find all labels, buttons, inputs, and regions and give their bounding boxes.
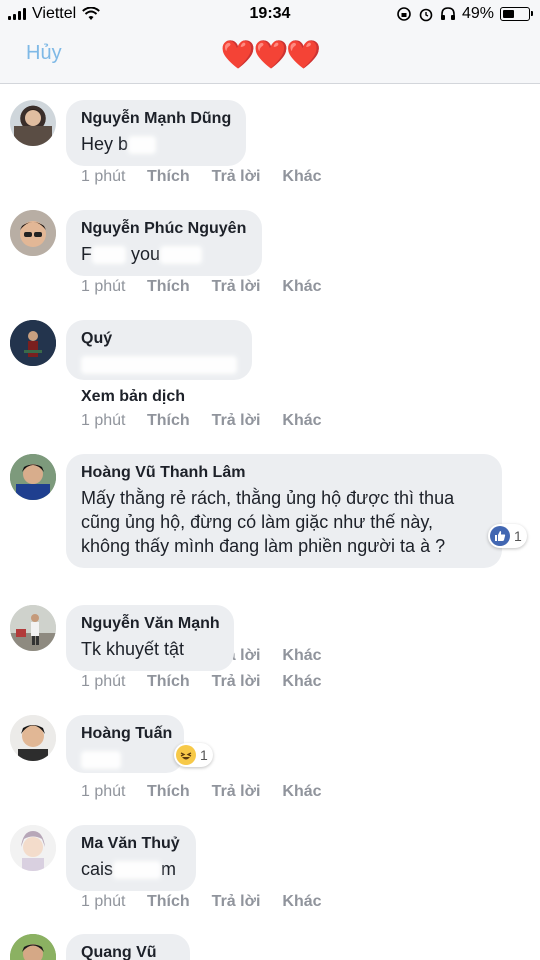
comment-time: 1 phút	[81, 168, 126, 185]
comment-actions: 1 phút Thích Trả lời Khác	[81, 278, 344, 296]
more-button[interactable]: Khác	[282, 783, 321, 801]
redaction	[113, 861, 162, 880]
comment-author[interactable]: Nguyễn Văn Mạnh	[81, 614, 220, 634]
reaction-count: 1	[200, 747, 208, 763]
like-reaction-icon	[490, 526, 510, 546]
reply-button[interactable]: Trả lời	[212, 278, 261, 296]
haha-reaction-icon	[176, 745, 196, 765]
comment-bubble[interactable]: Quang Vũ	[66, 934, 190, 960]
reply-button[interactable]: Trả lời	[212, 168, 261, 186]
more-button[interactable]: Khác	[282, 647, 321, 665]
more-button[interactable]: Khác	[282, 673, 321, 691]
comment-time: 1 phút	[81, 278, 126, 295]
comment-actions: 1 phút Thích Trả lời Khác	[81, 412, 344, 430]
redaction	[160, 246, 203, 265]
comment-time: 1 phút	[81, 783, 126, 800]
like-button[interactable]: Thích	[147, 278, 190, 296]
nav-title: ❤️❤️❤️	[220, 39, 322, 70]
redaction	[128, 136, 157, 155]
more-button[interactable]: Khác	[282, 168, 321, 186]
redaction	[81, 751, 121, 770]
avatar[interactable]	[10, 454, 56, 500]
comment-author[interactable]: Nguyễn Mạnh Dũng	[81, 109, 231, 129]
comment-text	[81, 747, 169, 771]
comment-text: cais m	[81, 857, 181, 881]
avatar[interactable]	[10, 715, 56, 761]
comment-bubble[interactable]: Nguyễn Văn Mạnh Tk khuyết tật	[66, 605, 234, 671]
reply-button[interactable]: Trả lời	[212, 893, 261, 911]
comment-actions: 1 phút Thích Trả lời Khác	[81, 783, 344, 801]
comment-author[interactable]: Nguyễn Phúc Nguyên	[81, 219, 247, 239]
reaction-count: 1	[514, 528, 522, 544]
comment-bubble[interactable]: Nguyễn Phúc Nguyên F you	[66, 210, 262, 276]
reply-button[interactable]: Trả lời	[212, 673, 261, 691]
reaction-badge[interactable]: 1	[174, 743, 213, 767]
rotation-lock-icon	[397, 7, 411, 21]
comment-bubble[interactable]: Hoàng Vũ Thanh Lâm Mấy thằng rẻ rách, th…	[66, 454, 502, 568]
comment-text-part: cais	[81, 859, 114, 879]
avatar[interactable]	[10, 825, 56, 871]
comment-actions: 1 phút Thích Trả lời Khác	[81, 168, 344, 186]
comment-text: cũng ủng hộ, đừng có làm giặc như thế nà…	[81, 512, 433, 532]
comment-time: 1 phút	[81, 412, 126, 429]
status-bar: Viettel 19:34 49%	[0, 0, 540, 28]
nav-bar: Hủy ❤️❤️❤️	[0, 28, 540, 84]
comment-time: 1 phút	[81, 893, 126, 910]
like-button[interactable]: Thích	[147, 673, 190, 691]
redaction	[92, 246, 126, 265]
reaction-badge[interactable]: 1	[488, 524, 527, 548]
comment-text	[81, 352, 237, 376]
reply-button[interactable]: Trả lời	[212, 412, 261, 430]
comment-author[interactable]: Hoàng Tuấn	[81, 724, 172, 744]
comment-author[interactable]: Hoàng Vũ Thanh Lâm	[81, 463, 487, 483]
comment-text: F you	[81, 242, 247, 266]
comment-time: 1 phút	[81, 673, 126, 690]
reply-button[interactable]: Trả lời	[212, 783, 261, 801]
comment-author[interactable]: Ma Văn Thuỷ	[81, 834, 181, 854]
avatar[interactable]	[10, 934, 56, 960]
comment-actions: 1 phút Thích Trả lời Khác	[81, 673, 344, 691]
like-button[interactable]: Thích	[147, 893, 190, 911]
comment-actions: 1 phút Thích Trả lời Khác	[81, 893, 344, 911]
comment-text: Hey b	[81, 132, 231, 156]
avatar[interactable]	[10, 210, 56, 256]
alarm-icon	[419, 8, 433, 22]
avatar[interactable]	[10, 100, 56, 146]
comment-author[interactable]: Quang Vũ	[81, 943, 175, 960]
comment-text: Mấy thằng rẻ rách, thằng ủng hộ được thì…	[81, 488, 455, 508]
more-button[interactable]: Khác	[282, 893, 321, 911]
comment-text-part: F	[81, 244, 92, 264]
comment-bubble[interactable]: Hoàng Tuấn	[66, 715, 184, 773]
comment-bubble[interactable]: Nguyễn Mạnh Dũng Hey b	[66, 100, 246, 166]
battery-percent: 49%	[461, 5, 494, 22]
comment-bubble[interactable]: Quý	[66, 320, 252, 380]
battery-fill	[503, 10, 514, 18]
comment-bubble[interactable]: Ma Văn Thuỷ cais m	[66, 825, 196, 891]
like-button[interactable]: Thích	[147, 412, 190, 430]
comment-text: không thấy mình đang làm phiền người ta …	[81, 536, 446, 556]
more-button[interactable]: Khác	[282, 278, 321, 296]
like-button[interactable]: Thích	[147, 168, 190, 186]
comment-author[interactable]: Quý	[81, 329, 237, 349]
battery-icon	[500, 7, 533, 21]
comment-text-part: you	[131, 244, 161, 264]
like-button[interactable]: Thích	[147, 783, 190, 801]
redaction	[81, 356, 237, 375]
comment-text-part: m	[161, 859, 177, 879]
more-button[interactable]: Khác	[282, 412, 321, 430]
headphones-icon	[440, 7, 455, 20]
translate-link[interactable]: Xem bản dịch	[81, 388, 185, 406]
comment-text: Tk khuyết tật	[81, 639, 185, 659]
comment-text-part: Hey b	[81, 134, 129, 154]
avatar[interactable]	[10, 605, 56, 651]
avatar[interactable]	[10, 320, 56, 366]
status-right: 49%	[396, 5, 533, 23]
